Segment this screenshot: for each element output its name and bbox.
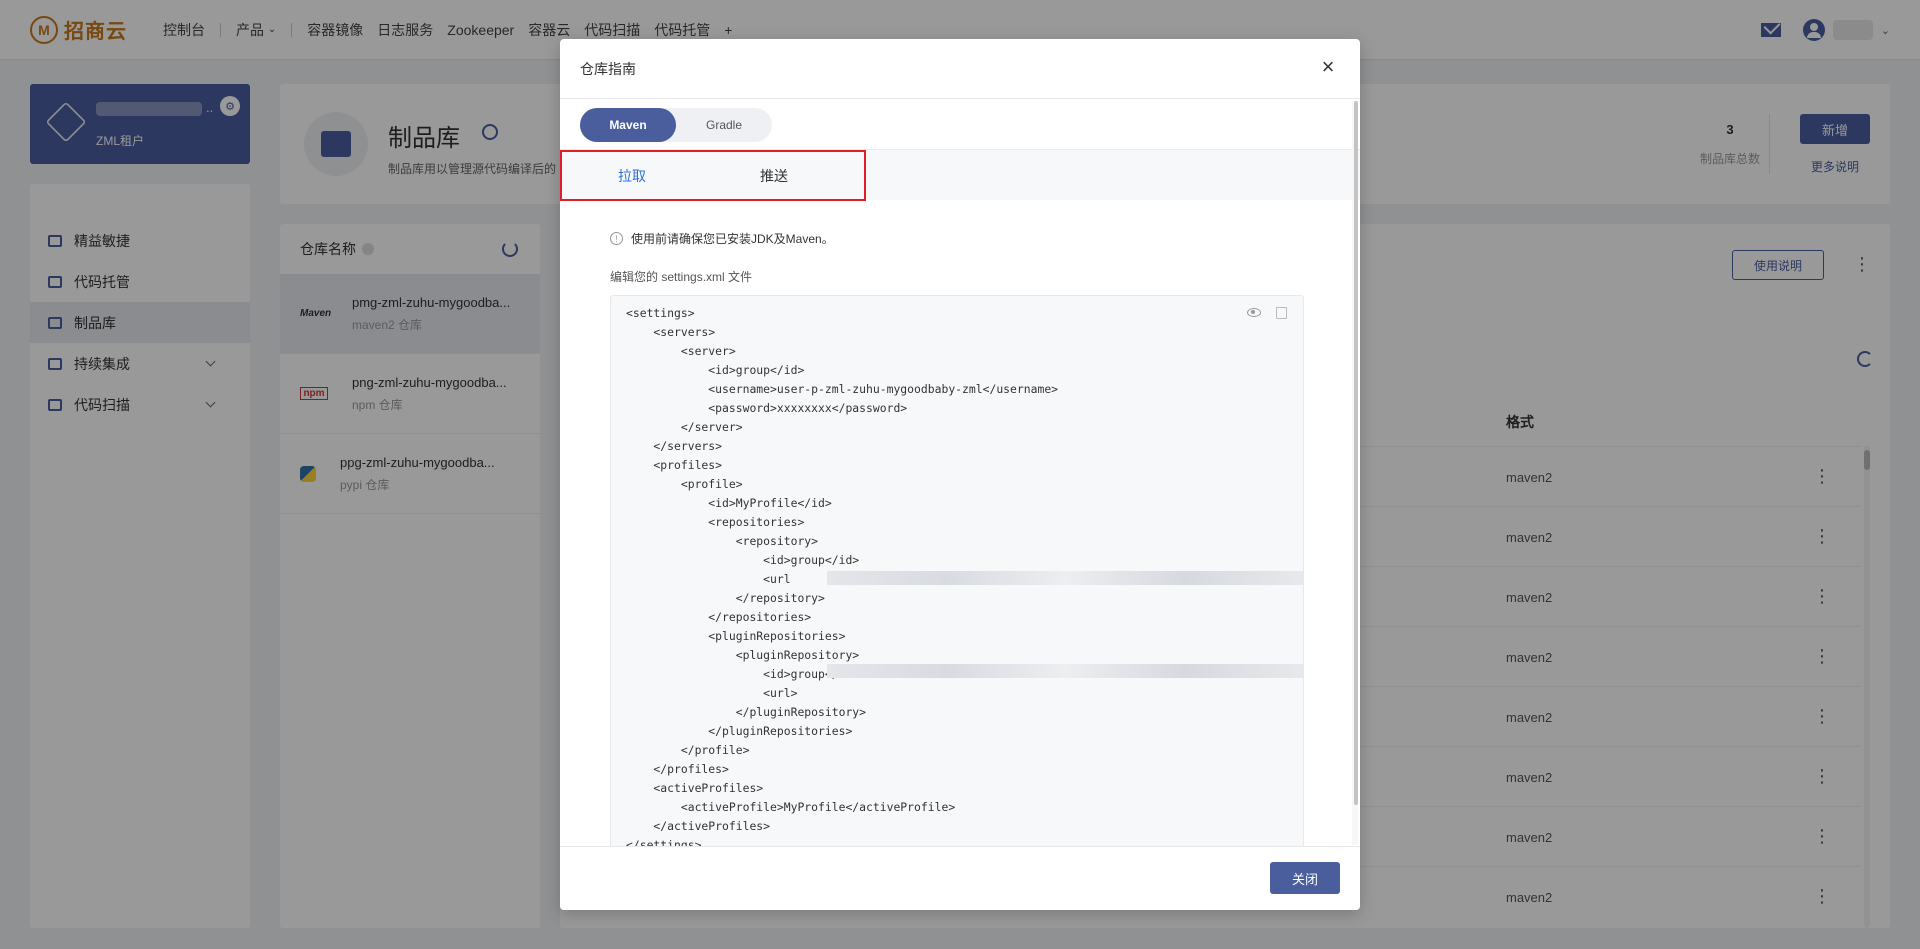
dialog-title: 仓库指南 — [580, 60, 636, 77]
highlight-annotation — [560, 150, 866, 201]
repo-guide-dialog: 仓库指南 × Maven Gradle 拉取 推送 ! 使用前请确保您已安装JD… — [560, 39, 1360, 910]
settings-xml-code-block[interactable]: <settings> <servers> <server> <id>group<… — [610, 295, 1304, 846]
build-tool-switcher: Maven Gradle — [560, 100, 1360, 150]
edit-settings-label: 编辑您的 settings.xml 文件 — [610, 270, 753, 284]
redacted-url — [827, 571, 1303, 585]
dialog-header: 仓库指南 × — [560, 39, 1360, 99]
dialog-scrollbar-thumb[interactable] — [1354, 101, 1358, 805]
notice-text: 使用前请确保您已安装JDK及Maven。 — [631, 232, 834, 246]
info-icon: ! — [610, 232, 623, 245]
dialog-body: Maven Gradle 拉取 推送 ! 使用前请确保您已安装JDK及Maven… — [560, 100, 1360, 846]
dialog-footer: 关闭 — [560, 846, 1360, 910]
segment-gradle[interactable]: Gradle — [676, 108, 772, 142]
prerequisite-notice: ! 使用前请确保您已安装JDK及Maven。 — [610, 230, 834, 247]
close-button[interactable]: 关闭 — [1270, 862, 1340, 894]
redacted-url — [827, 664, 1303, 678]
segment-maven[interactable]: Maven — [580, 107, 676, 142]
copy-icon[interactable] — [1276, 307, 1287, 319]
close-icon[interactable]: × — [1316, 55, 1340, 79]
segmented-control: Maven Gradle — [580, 107, 772, 142]
eye-icon[interactable] — [1247, 308, 1261, 317]
